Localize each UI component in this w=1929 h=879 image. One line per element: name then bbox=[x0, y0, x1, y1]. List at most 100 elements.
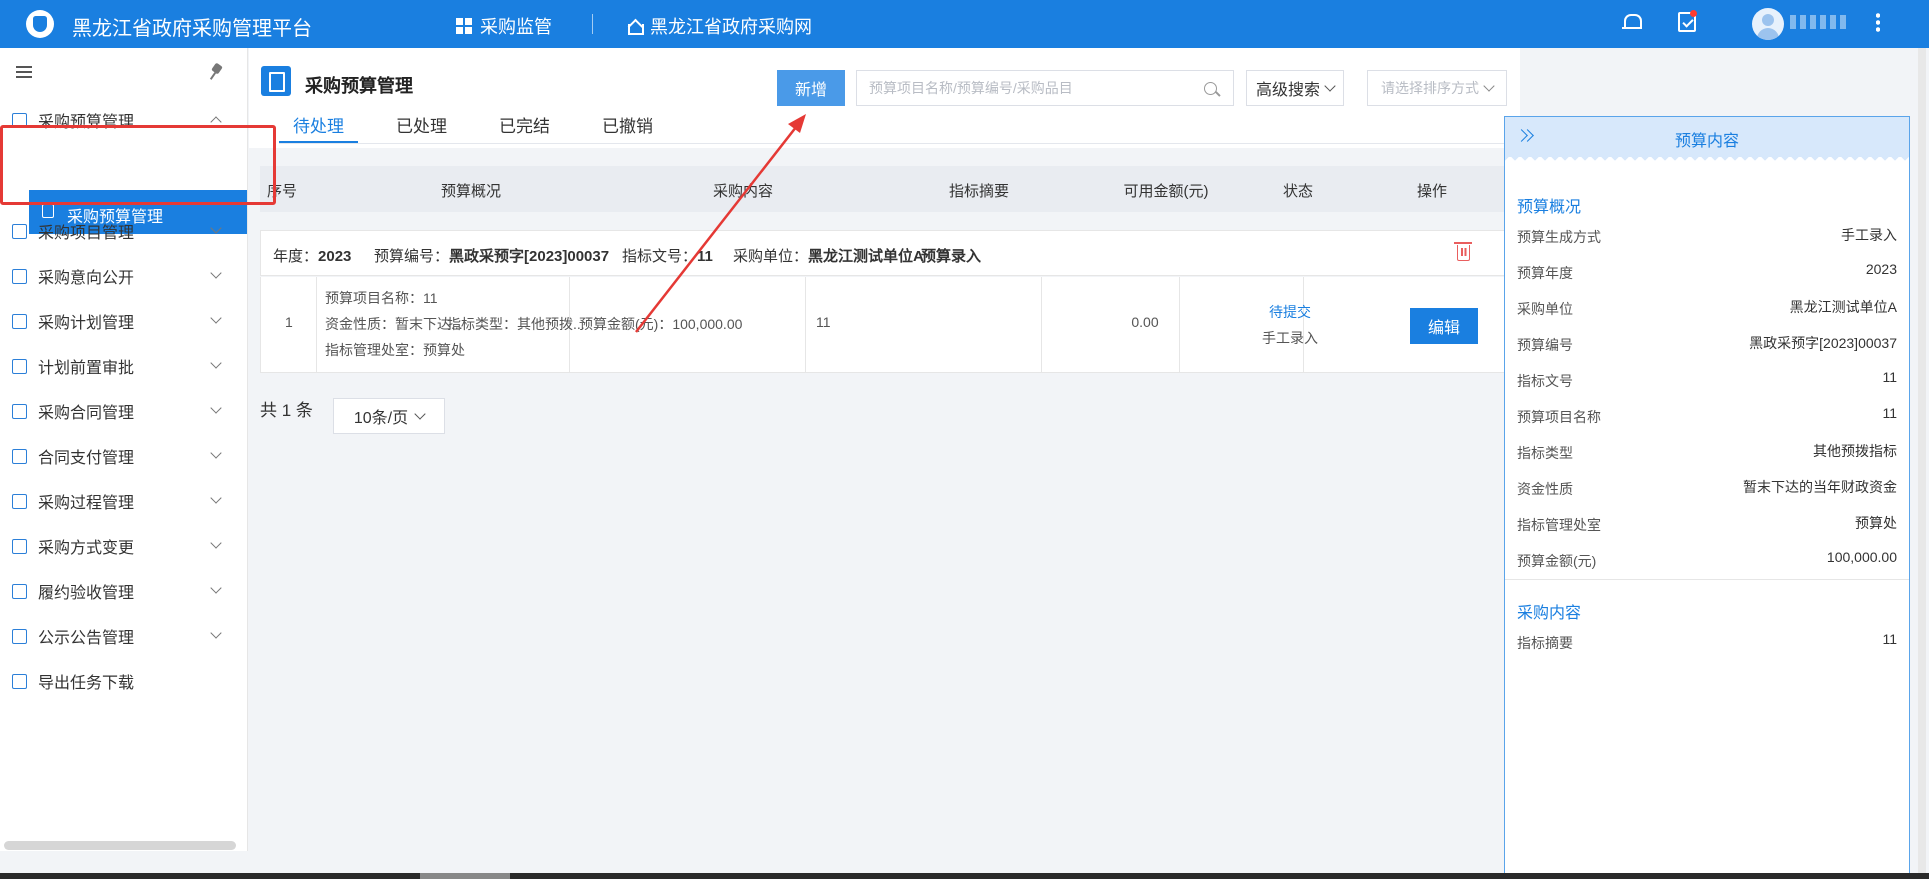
row-available: 0.00 bbox=[1131, 314, 1159, 330]
process-icon bbox=[12, 493, 27, 509]
field-value: 100,000.00 bbox=[1826, 549, 1897, 565]
search-box[interactable] bbox=[856, 70, 1234, 106]
sidebar-item-label: 合同支付管理 bbox=[38, 450, 135, 467]
total-count: 共 1 条 bbox=[260, 401, 313, 420]
pin-icon[interactable] bbox=[210, 64, 224, 80]
sidebar-item-announcement[interactable]: 公示公告管理 bbox=[0, 616, 248, 656]
row-summary-fund: 资金性质：暂末下达... bbox=[325, 316, 463, 332]
field-value: 11 bbox=[1882, 405, 1897, 421]
tab-processed[interactable]: 已处理 bbox=[382, 112, 461, 144]
notification-dot bbox=[1690, 10, 1697, 17]
plan-icon bbox=[12, 313, 27, 329]
sidebar-item-label: 采购项目管理 bbox=[38, 225, 135, 242]
chevron-down-icon bbox=[210, 627, 222, 639]
menu-toggle-icon[interactable] bbox=[16, 66, 32, 78]
field-value: 11 bbox=[1882, 631, 1897, 647]
avatar[interactable] bbox=[1752, 8, 1784, 40]
cell-divider bbox=[316, 277, 317, 372]
section-budget-overview: 预算概况 bbox=[1517, 199, 1582, 216]
row-summary-office: 指标管理处室：预算处 bbox=[325, 342, 465, 358]
group-unit: 采购单位：黑龙江测试单位A bbox=[733, 248, 924, 265]
taskbar-strip bbox=[0, 873, 1929, 879]
main-content: 采购预算管理 新增 高级搜索 请选择排序方式 待处理 已处理 已完结 已撤销 序… bbox=[249, 48, 1531, 851]
field-label: 预算编号 bbox=[1517, 337, 1573, 353]
field-label: 预算年度 bbox=[1517, 265, 1573, 281]
sidebar-item-project[interactable]: 采购项目管理 bbox=[0, 211, 248, 251]
sort-select[interactable]: 请选择排序方式 bbox=[1367, 70, 1507, 106]
cell-divider bbox=[805, 277, 806, 372]
sidebar-item-acceptance[interactable]: 履约验收管理 bbox=[0, 571, 248, 611]
search-icon[interactable] bbox=[1204, 82, 1217, 95]
group-entry: 预算录入 bbox=[921, 248, 982, 265]
field-label: 预算生成方式 bbox=[1517, 229, 1601, 245]
page-size-select[interactable]: 10条/页 bbox=[333, 398, 445, 434]
chevron-down-icon bbox=[1324, 79, 1336, 92]
sidebar-item-plan[interactable]: 采购计划管理 bbox=[0, 301, 248, 341]
sidebar-item-method-change[interactable]: 采购方式变更 bbox=[0, 526, 248, 566]
sidebar-item-process[interactable]: 采购过程管理 bbox=[0, 481, 248, 521]
sidebar-item-label: 导出任务下载 bbox=[38, 675, 135, 692]
group-budget-no: 预算编号：黑政采预字[2023]00037 bbox=[374, 248, 610, 265]
sort-placeholder: 请选择排序方式 bbox=[1381, 80, 1479, 96]
row-content: 预算金额(元)：100,000.00 bbox=[579, 316, 743, 332]
sidebar-item-label: 采购合同管理 bbox=[38, 405, 135, 422]
table-row[interactable]: 1 预算项目名称：11 资金性质：暂末下达... 指标类型：其他预拨... 指标… bbox=[260, 277, 1531, 373]
page-toolbar: 采购预算管理 新增 高级搜索 请选择排序方式 待处理 已处理 已完结 已撤销 bbox=[249, 48, 1520, 148]
sidebar-item-contract[interactable]: 采购合同管理 bbox=[0, 391, 248, 431]
username-masked[interactable] bbox=[1790, 15, 1848, 29]
page-scrollbar[interactable] bbox=[1918, 48, 1926, 879]
row-status-sub: 手工录入 bbox=[1262, 330, 1318, 346]
chevron-down-icon bbox=[210, 312, 222, 324]
tabs-divider bbox=[279, 143, 1509, 144]
sidebar-item-label: 采购计划管理 bbox=[38, 315, 135, 332]
advanced-search-button[interactable]: 高级搜索 bbox=[1246, 70, 1344, 106]
chevron-down-icon bbox=[414, 407, 426, 420]
document-icon bbox=[261, 66, 291, 96]
nav-divider bbox=[592, 14, 593, 34]
field-label: 指标管理处室 bbox=[1517, 517, 1601, 533]
tab-revoked[interactable]: 已撤销 bbox=[588, 112, 667, 144]
budget-group-row: 年度：2023 预算编号：黑政采预字[2023]00037 指标文号：11 采购… bbox=[260, 230, 1531, 276]
edit-button[interactable]: 编辑 bbox=[1410, 308, 1478, 344]
nav-supervision[interactable]: 采购监管 bbox=[456, 13, 552, 39]
detail-panel: 预算内容 预算概况 预算生成方式 手工录入 预算年度 2023 采购单位 黑龙江… bbox=[1504, 116, 1910, 879]
trash-icon[interactable] bbox=[1454, 242, 1472, 261]
field-label: 预算项目名称 bbox=[1517, 409, 1601, 425]
more-vertical-icon[interactable] bbox=[1876, 12, 1880, 32]
sidebar-item-payment[interactable]: 合同支付管理 bbox=[0, 436, 248, 476]
field-value: 暂末下达的当年财政资金 bbox=[1743, 479, 1897, 495]
section-procurement-content: 采购内容 bbox=[1517, 605, 1582, 622]
chevron-down-icon bbox=[210, 492, 222, 504]
cell-divider bbox=[1179, 277, 1180, 372]
field-label: 采购单位 bbox=[1517, 301, 1573, 317]
sidebar-item-label: 采购意向公开 bbox=[38, 270, 135, 287]
sidebar-item-intent[interactable]: 采购意向公开 bbox=[0, 256, 248, 296]
col-action: 操作 bbox=[1416, 183, 1448, 200]
chevron-down-icon bbox=[210, 222, 222, 234]
cell-divider bbox=[1041, 277, 1042, 372]
nav-procurement-site[interactable]: 黑龙江省政府采购网 bbox=[626, 13, 812, 39]
col-index-summary: 指标摘要 bbox=[948, 183, 1010, 200]
row-status[interactable]: 待提交 bbox=[1269, 302, 1311, 322]
add-button[interactable]: 新增 bbox=[777, 70, 845, 106]
chevron-down-icon bbox=[210, 447, 222, 459]
chevron-down-icon bbox=[210, 582, 222, 594]
section-divider bbox=[1505, 579, 1909, 580]
page-size-label: 10条/页 bbox=[353, 410, 409, 427]
acceptance-icon bbox=[12, 583, 27, 599]
tab-completed[interactable]: 已完结 bbox=[485, 112, 564, 144]
detail-panel-header: 预算内容 bbox=[1505, 117, 1909, 163]
bell-icon[interactable] bbox=[1622, 12, 1642, 32]
chevron-down-icon bbox=[210, 402, 222, 414]
sidebar-item-pre-approval[interactable]: 计划前置审批 bbox=[0, 346, 248, 386]
sidebar-scrollbar[interactable] bbox=[4, 841, 236, 850]
page-title: 采购预算管理 bbox=[305, 76, 413, 96]
row-summary-type: 指标类型：其他预拨... bbox=[447, 316, 585, 332]
field-value: 预算处 bbox=[1855, 515, 1897, 531]
payment-icon bbox=[12, 448, 27, 464]
sidebar-item-export[interactable]: 导出任务下载 bbox=[0, 661, 248, 701]
search-input[interactable] bbox=[869, 80, 1189, 96]
tab-pending[interactable]: 待处理 bbox=[279, 112, 358, 144]
sidebar-item-label: 公示公告管理 bbox=[38, 630, 135, 647]
row-summary-name: 预算项目名称：11 bbox=[325, 290, 438, 306]
